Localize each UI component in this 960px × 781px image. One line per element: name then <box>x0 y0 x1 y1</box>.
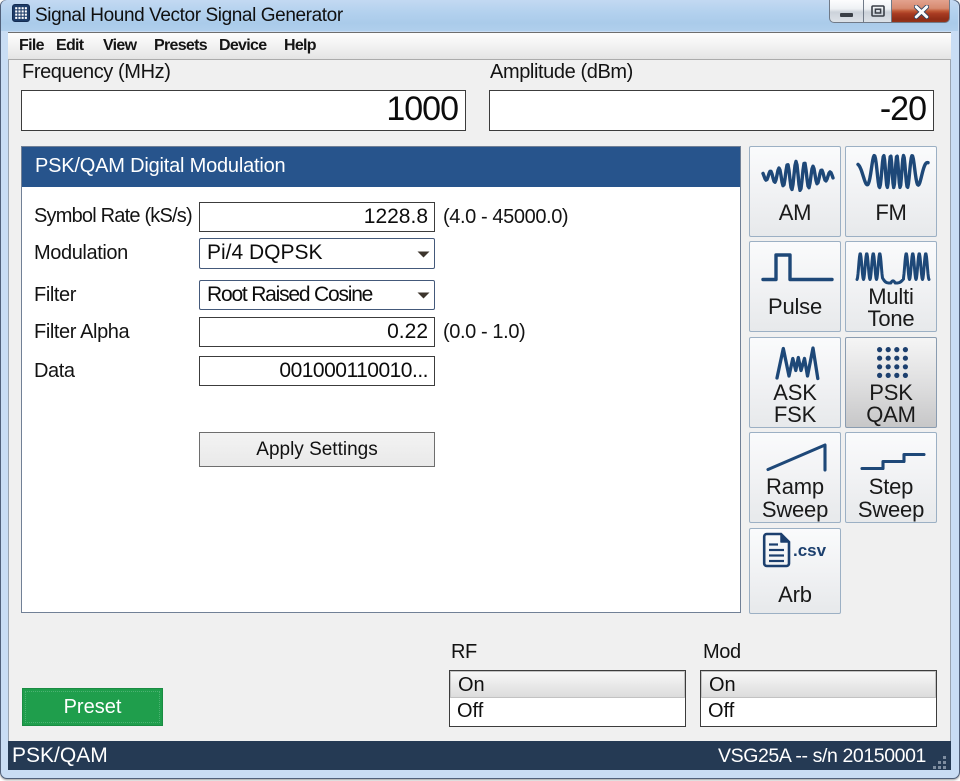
svg-text:.csv: .csv <box>793 541 827 560</box>
